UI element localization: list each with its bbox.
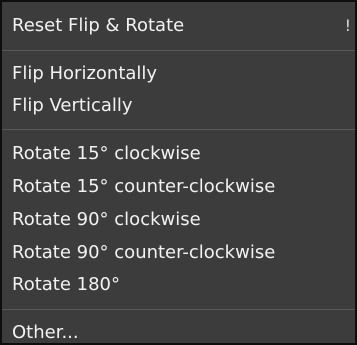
menu-separator [2, 50, 355, 51]
menu-item-label: Other... [12, 322, 79, 343]
menu-item-flip-vertically[interactable]: Flip Vertically [2, 89, 355, 123]
menu-item-rotate-180[interactable]: Rotate 180° [2, 268, 355, 302]
flip-rotate-menu: Reset Flip & Rotate ! Flip Horizontally … [0, 0, 357, 345]
menu-item-flip-horizontally[interactable]: Flip Horizontally [2, 57, 355, 91]
shortcut-indicator: ! [344, 16, 351, 35]
menu-item-label: Reset Flip & Rotate [12, 15, 185, 36]
menu-separator [2, 129, 355, 130]
menu-item-label: Rotate 90° counter-clockwise [12, 242, 276, 263]
menu-item-other[interactable]: Other... [2, 316, 355, 343]
menu-item-rotate-90-counter-clockwise[interactable]: Rotate 90° counter-clockwise [2, 236, 355, 270]
menu-item-reset-flip-rotate[interactable]: Reset Flip & Rotate ! [2, 9, 355, 43]
menu-item-rotate-15-clockwise[interactable]: Rotate 15° clockwise [2, 137, 355, 171]
menu-item-label: Flip Horizontally [12, 63, 158, 84]
menu-item-label: Flip Vertically [12, 95, 133, 116]
menu-item-label: Rotate 15° counter-clockwise [12, 176, 276, 197]
menu-item-label: Rotate 15° clockwise [12, 143, 201, 164]
menu-item-label: Rotate 90° clockwise [12, 209, 201, 230]
menu-item-label: Rotate 180° [12, 274, 121, 295]
menu-separator [2, 309, 355, 310]
menu-item-rotate-90-clockwise[interactable]: Rotate 90° clockwise [2, 203, 355, 237]
menu-item-rotate-15-counter-clockwise[interactable]: Rotate 15° counter-clockwise [2, 170, 355, 204]
